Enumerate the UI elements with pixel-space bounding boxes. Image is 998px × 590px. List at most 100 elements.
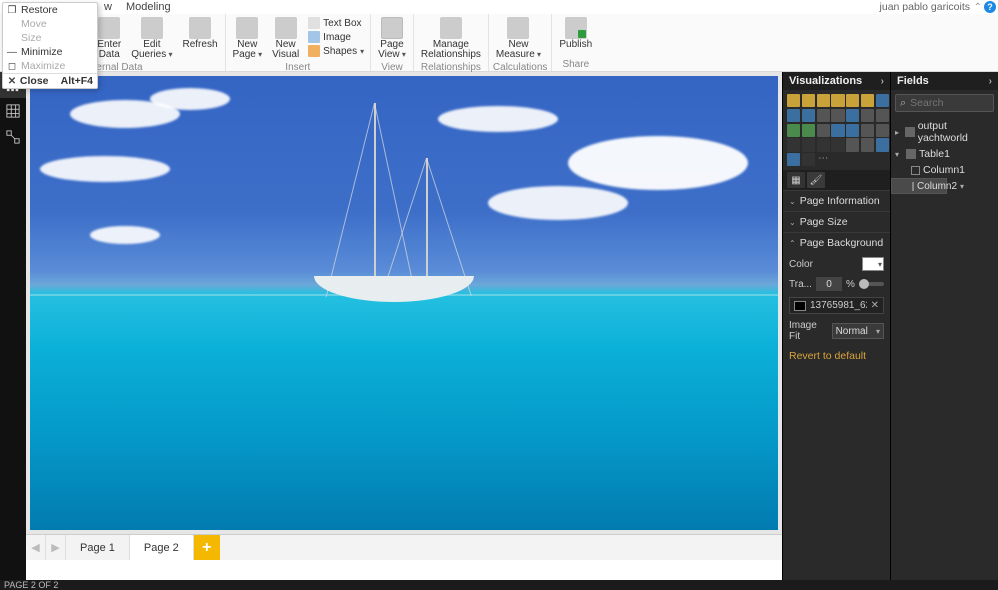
model-view-button[interactable] xyxy=(0,124,26,150)
group-label-share: Share xyxy=(556,58,595,71)
field-checkbox[interactable] xyxy=(912,182,914,191)
minimize-icon: — xyxy=(7,47,17,58)
revert-to-default-link[interactable]: Revert to default xyxy=(789,348,884,364)
viz-100-bar-icon[interactable] xyxy=(846,94,859,107)
viz-waterfall-icon[interactable] xyxy=(861,109,874,122)
viz-combo-icon[interactable] xyxy=(817,109,830,122)
viz-pie-icon[interactable] xyxy=(787,124,800,137)
edit-queries-button[interactable]: EditQueries xyxy=(128,16,175,61)
viz-matrix-icon[interactable] xyxy=(861,138,874,151)
viz-clustered-column-icon[interactable] xyxy=(831,94,844,107)
menu-restore[interactable]: ❐Restore xyxy=(3,3,97,17)
enter-data-button[interactable]: EnterData xyxy=(94,16,124,61)
viz-area-icon[interactable] xyxy=(787,109,800,122)
viz-stacked-area-icon[interactable] xyxy=(802,109,815,122)
viz-stacked-bar-icon[interactable] xyxy=(787,94,800,107)
remove-image-button[interactable]: ✕ xyxy=(871,300,879,311)
viz-r-icon[interactable] xyxy=(876,138,889,151)
page-view-button[interactable]: PageView xyxy=(375,16,409,61)
ribbon: GetData RecentSources EnterData EditQuer… xyxy=(0,14,998,72)
viz-ribbon-icon[interactable] xyxy=(846,109,859,122)
ribbon-group-relationships: ManageRelationships Relationships xyxy=(414,14,489,71)
new-page-button[interactable]: NewPage xyxy=(230,16,266,61)
manage-relationships-button[interactable]: ManageRelationships xyxy=(418,16,484,61)
menu-close[interactable]: ✕ CloseAlt+F4 xyxy=(3,73,97,88)
help-icon[interactable]: ? xyxy=(984,1,996,13)
bg-transparency-slider[interactable] xyxy=(859,282,884,286)
section-page-size[interactable]: ⌄Page Size xyxy=(783,212,890,232)
report-canvas[interactable] xyxy=(30,76,778,530)
fields-search-input[interactable] xyxy=(910,97,998,109)
viz-combo2-icon[interactable] xyxy=(831,109,844,122)
left-view-rail xyxy=(0,72,26,580)
ribbon-group-share: Publish Share xyxy=(552,14,599,71)
restore-icon: ❐ xyxy=(7,5,17,16)
shapes-button[interactable]: Shapes ▾ xyxy=(306,44,366,58)
viz-filled-map-icon[interactable] xyxy=(846,124,859,137)
menu-maximize: ◻Maximize xyxy=(3,59,97,73)
viz-donut-icon[interactable] xyxy=(802,124,815,137)
text-box-button[interactable]: Text Box xyxy=(306,16,366,30)
visualization-gallery: ⋯ xyxy=(783,90,890,170)
account-caret-icon[interactable]: ⌃ xyxy=(974,2,982,13)
data-view-button[interactable] xyxy=(0,98,26,124)
section-page-information[interactable]: ⌄Page Information xyxy=(783,191,890,211)
shapes-icon xyxy=(308,45,320,57)
viz-map-icon[interactable] xyxy=(831,124,844,137)
chevron-right-icon: › xyxy=(989,76,992,87)
add-page-button[interactable]: + xyxy=(194,535,220,560)
title-bar: w Modeling juan pablo garicoits ⌃ ? xyxy=(0,0,998,14)
bg-transparency-label: Tra... xyxy=(789,279,812,290)
ribbon-tab-view-suffix[interactable]: w xyxy=(104,1,112,13)
format-tab-icon[interactable]: 🖌 xyxy=(807,172,825,188)
bg-color-picker[interactable] xyxy=(862,257,884,271)
fields-header[interactable]: Fields› xyxy=(891,72,998,90)
field-column2[interactable]: Column2 xyxy=(891,178,947,194)
viz-funnel-icon[interactable] xyxy=(861,124,874,137)
new-visual-button[interactable]: NewVisual xyxy=(269,16,302,61)
field-column1[interactable]: Column1 xyxy=(891,162,998,178)
refresh-button[interactable]: Refresh xyxy=(179,16,220,51)
menu-minimize[interactable]: —Minimize xyxy=(3,45,97,59)
viz-line-icon[interactable] xyxy=(876,94,889,107)
section-page-background[interactable]: ⌃Page Background xyxy=(783,233,890,253)
status-bar: PAGE 2 OF 2 xyxy=(0,580,998,590)
page-nav-next[interactable]: ▶ xyxy=(46,535,66,560)
ribbon-tab-modeling[interactable]: Modeling xyxy=(126,1,171,13)
image-button[interactable]: Image xyxy=(306,30,366,44)
viz-treemap-icon[interactable] xyxy=(817,124,830,137)
fields-tab-icon[interactable]: ▦ xyxy=(787,172,805,188)
ribbon-group-view: PageView View xyxy=(371,14,414,71)
menu-size: Size xyxy=(3,31,97,45)
viz-gauge-icon[interactable] xyxy=(876,124,889,137)
viz-arcgis-icon[interactable] xyxy=(787,153,800,166)
viz-more-icon[interactable]: ⋯ xyxy=(817,153,830,166)
image-fit-select[interactable]: Normal xyxy=(832,323,884,339)
viz-py-icon[interactable] xyxy=(802,153,815,166)
fields-search[interactable]: ⌕ xyxy=(895,94,994,112)
bg-color-label: Color xyxy=(789,259,813,270)
viz-scatter-icon[interactable] xyxy=(876,109,889,122)
viz-stacked-column-icon[interactable] xyxy=(817,94,830,107)
viz-table-icon[interactable] xyxy=(846,138,859,151)
new-measure-button[interactable]: NewMeasure xyxy=(493,16,544,61)
format-tabs: ▦ 🖌 xyxy=(783,170,890,190)
viz-card-icon[interactable] xyxy=(787,138,800,151)
page-tab-2[interactable]: Page 2 xyxy=(130,535,194,560)
visualizations-header[interactable]: Visualizations› xyxy=(783,72,890,90)
image-thumb-icon xyxy=(794,301,806,311)
field-checkbox[interactable] xyxy=(911,166,920,175)
page-tab-1[interactable]: Page 1 xyxy=(66,535,130,560)
viz-slicer-icon[interactable] xyxy=(831,138,844,151)
image-icon xyxy=(308,31,320,43)
bg-transparency-input[interactable] xyxy=(816,277,842,291)
viz-100-column-icon[interactable] xyxy=(861,94,874,107)
table-table1[interactable]: ▾Table1 xyxy=(891,146,998,162)
viz-kpi-icon[interactable] xyxy=(817,138,830,151)
publish-button[interactable]: Publish xyxy=(556,16,595,51)
account-name[interactable]: juan pablo garicoits xyxy=(880,1,970,13)
table-output-yachtworld[interactable]: ▸output yachtworld xyxy=(891,118,998,146)
page-nav-prev[interactable]: ◀ xyxy=(26,535,46,560)
viz-multirow-icon[interactable] xyxy=(802,138,815,151)
viz-clustered-bar-icon[interactable] xyxy=(802,94,815,107)
